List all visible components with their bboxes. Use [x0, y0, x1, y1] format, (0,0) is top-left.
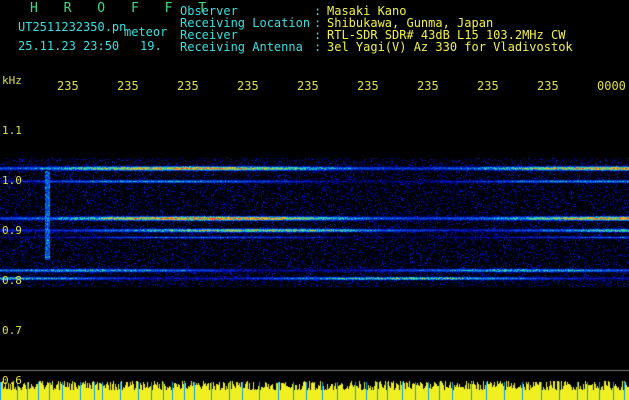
time-tick-9: 235	[537, 79, 559, 93]
value-antenna: 3el Yagi(V) Az 330 for Vladivostok	[327, 40, 573, 54]
time-tick-1: 235	[57, 79, 79, 93]
unit-label: kHz	[2, 74, 22, 87]
time-tick-5: 235	[297, 79, 319, 93]
time-tick-6: 235	[357, 79, 379, 93]
y-tick-0-8: 0.8	[2, 274, 22, 287]
file-name: UT2511232350.pn	[18, 20, 127, 34]
time-tick-4: 235	[237, 79, 259, 93]
label-antenna: Receiving Antenna	[180, 40, 303, 54]
y-tick-0-9: 0.9	[2, 224, 22, 237]
frame-index: 19.	[140, 39, 162, 53]
time-tick-10: 0000	[597, 79, 626, 93]
sep-antenna: :	[314, 40, 322, 54]
y-tick-0-6: 0.6	[2, 374, 22, 387]
time-tick-3: 235	[177, 79, 199, 93]
time-tick-2: 235	[117, 79, 139, 93]
time-tick-7: 235	[417, 79, 439, 93]
datetime: 25.11.23 23:50	[18, 39, 120, 53]
waterfall-spectrogram	[0, 100, 629, 400]
file-suffix: meteor	[124, 25, 168, 39]
y-tick-0-7: 0.7	[2, 324, 22, 337]
y-tick-1-1: 1.1	[2, 124, 22, 137]
time-tick-8: 235	[477, 79, 499, 93]
y-tick-1-0: 1.0	[2, 174, 22, 187]
